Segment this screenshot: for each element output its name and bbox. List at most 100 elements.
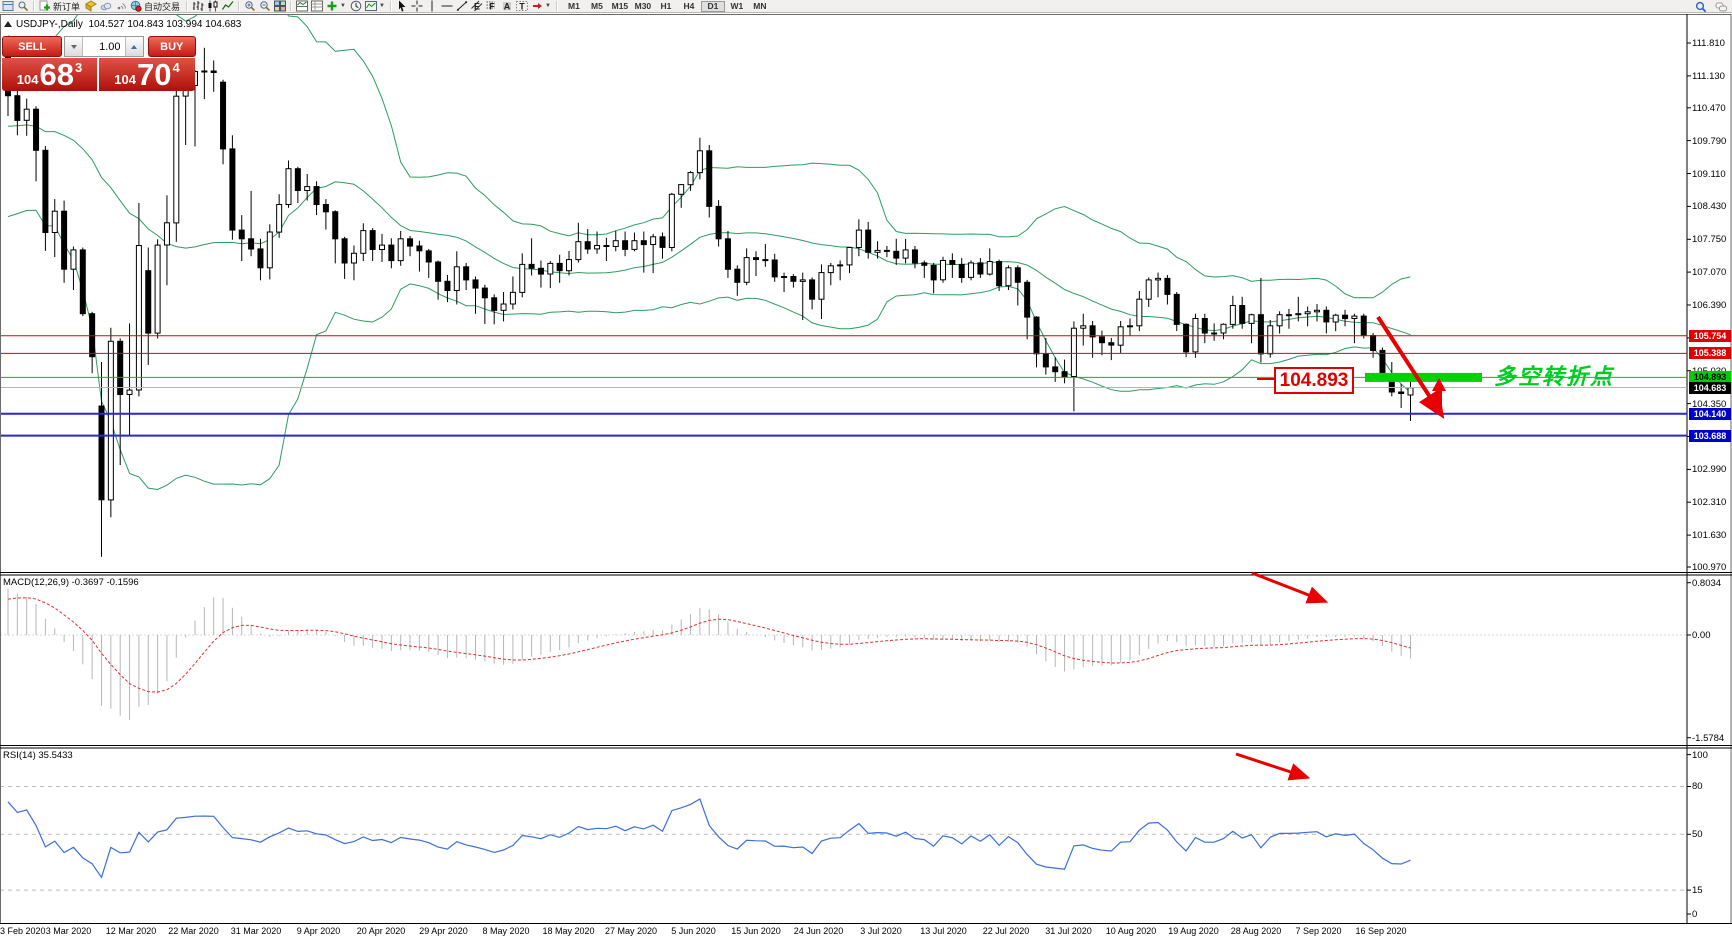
timeframe-m5-button[interactable]: M5	[586, 1, 608, 12]
chart-title-ohlc: 104.527 104.843 103.994 104.683	[88, 19, 241, 30]
timeframe-h4-button[interactable]: H4	[678, 1, 700, 12]
one-click-trading-panel: SELL 1.00 BUY 104 68 3 104 70 4	[2, 36, 196, 91]
text-label-button[interactable]: T	[515, 1, 529, 12]
price-callout-box[interactable]: 104.893	[1274, 367, 1354, 394]
highlight-bar-annotation	[1365, 373, 1482, 382]
cursor-button[interactable]	[395, 1, 409, 12]
timeframe-h1-button[interactable]: H1	[655, 1, 677, 12]
horizontal-line-button[interactable]	[440, 1, 454, 12]
fibonacci-button[interactable]: F	[485, 1, 499, 12]
svg-text:T: T	[519, 2, 525, 12]
main-toolbar: 新订单 自动交易 ▼ ▼ EFAT ▼ M1M5M15M30H1H4D1W1MN	[0, 0, 1732, 13]
ask-pips: 70	[137, 60, 171, 90]
crosshair-button[interactable]	[410, 1, 424, 12]
clock-button[interactable]	[349, 1, 363, 12]
new-order-label[interactable]: 新订单	[53, 0, 80, 13]
search-icon	[1695, 1, 1707, 13]
dropdown-arrow-icon[interactable]: ▼	[545, 3, 551, 9]
bid-big-figure: 104	[17, 72, 39, 87]
svg-text:E: E	[474, 2, 480, 12]
zoom-out-button[interactable]	[258, 1, 272, 12]
text-icon: A	[501, 0, 513, 12]
ask-pipette: 4	[172, 60, 179, 75]
chart-window-button[interactable]	[1, 1, 15, 12]
market-watch-icon	[17, 0, 29, 12]
zoom-in-icon	[244, 0, 256, 12]
expert-advisor-button[interactable]	[84, 1, 98, 12]
volume-value[interactable]: 1.00	[83, 37, 124, 56]
new-order-button[interactable]	[38, 1, 52, 12]
candlestick-chart-icon	[207, 0, 219, 12]
volume-increase-button[interactable]	[125, 37, 143, 56]
auto-trading-icon	[130, 0, 142, 12]
vertical-line-button[interactable]	[425, 1, 439, 12]
buy-button[interactable]: BUY	[148, 36, 196, 57]
crosshair-icon	[411, 0, 423, 12]
timeframe-m30-button[interactable]: M30	[632, 1, 654, 12]
chart-window-icon	[2, 0, 14, 12]
trend-arrow-annotation	[1252, 573, 1324, 601]
timeframe-w1-button[interactable]: W1	[726, 1, 748, 12]
volume-stepper[interactable]: 1.00	[64, 36, 143, 57]
fibonacci-icon: F	[486, 0, 498, 12]
chart-title-symbol: USDJPY-,Daily	[16, 19, 83, 30]
line-chart-button[interactable]	[221, 1, 235, 12]
dropdown-arrow-icon[interactable]: ▼	[379, 3, 385, 9]
arrows-button[interactable]	[530, 1, 544, 12]
search-button[interactable]	[1694, 1, 1708, 12]
macd-indicator-label: MACD(12,26,9) -0.3697 -0.1596	[3, 577, 139, 588]
horizontal-line-icon	[441, 0, 453, 12]
triangle-up-icon	[131, 45, 137, 49]
chat-button[interactable]	[1714, 1, 1728, 12]
cloud-icon	[100, 0, 112, 12]
cursor-icon	[396, 0, 408, 12]
chart-template-button[interactable]	[364, 1, 378, 12]
chart-title: USDJPY-,Daily 104.527 104.843 103.994 10…	[4, 19, 241, 30]
chat-icon	[1715, 1, 1727, 13]
volume-decrease-button[interactable]	[65, 37, 83, 56]
timeframe-mn-button[interactable]: MN	[749, 1, 771, 12]
indicator-window-button[interactable]	[295, 1, 309, 12]
trendline-icon	[456, 0, 468, 12]
tile-windows-button[interactable]	[273, 1, 287, 12]
up-arrow-annotation-stem	[1436, 391, 1442, 408]
chart-template-icon	[365, 0, 377, 12]
equidistant-channel-button[interactable]: E	[470, 1, 484, 12]
bar-chart-button[interactable]	[191, 1, 205, 12]
cloud-button[interactable]	[99, 1, 113, 12]
rsi-indicator-label: RSI(14) 35.5433	[3, 750, 73, 761]
toolbar-separator	[556, 1, 558, 11]
bid-pips: 68	[39, 60, 73, 90]
new-order-icon	[39, 0, 51, 12]
toolbar-separator	[290, 1, 292, 11]
signals-button[interactable]	[114, 1, 128, 12]
toolbar-separator	[238, 1, 240, 11]
tile-windows-icon	[274, 0, 286, 12]
timeframe-m1-button[interactable]: M1	[563, 1, 585, 12]
timeframe-m15-button[interactable]: M15	[609, 1, 631, 12]
add-indicator-icon	[326, 0, 338, 12]
auto-trading-button[interactable]	[129, 1, 143, 12]
signals-icon	[115, 0, 127, 12]
auto-trading-label[interactable]: 自动交易	[144, 0, 180, 13]
ask-quote[interactable]: 104 70 4	[99, 58, 195, 91]
trendline-button[interactable]	[455, 1, 469, 12]
candlestick-chart-button[interactable]	[206, 1, 220, 12]
data-window-button[interactable]	[310, 1, 324, 12]
dropdown-arrow-icon[interactable]: ▼	[340, 3, 346, 9]
bid-quote[interactable]: 104 68 3	[2, 58, 97, 91]
add-indicator-button[interactable]	[325, 1, 339, 12]
chart-plot[interactable]	[0, 14, 1732, 938]
toolbar-separator	[390, 1, 392, 11]
toolbar-separator	[186, 1, 188, 11]
chart-window	[0, 14, 1732, 938]
trend-arrow-annotation	[1236, 754, 1306, 777]
price-callout-anchor	[1257, 378, 1274, 380]
timeframe-d1-button[interactable]: D1	[701, 1, 725, 12]
sell-button[interactable]: SELL	[2, 36, 62, 57]
market-watch-button[interactable]	[16, 1, 30, 12]
zoom-in-button[interactable]	[243, 1, 257, 12]
main-pane	[0, 14, 1687, 557]
text-button[interactable]: A	[500, 1, 514, 12]
turning-point-annotation: 多空转折点	[1494, 359, 1614, 391]
